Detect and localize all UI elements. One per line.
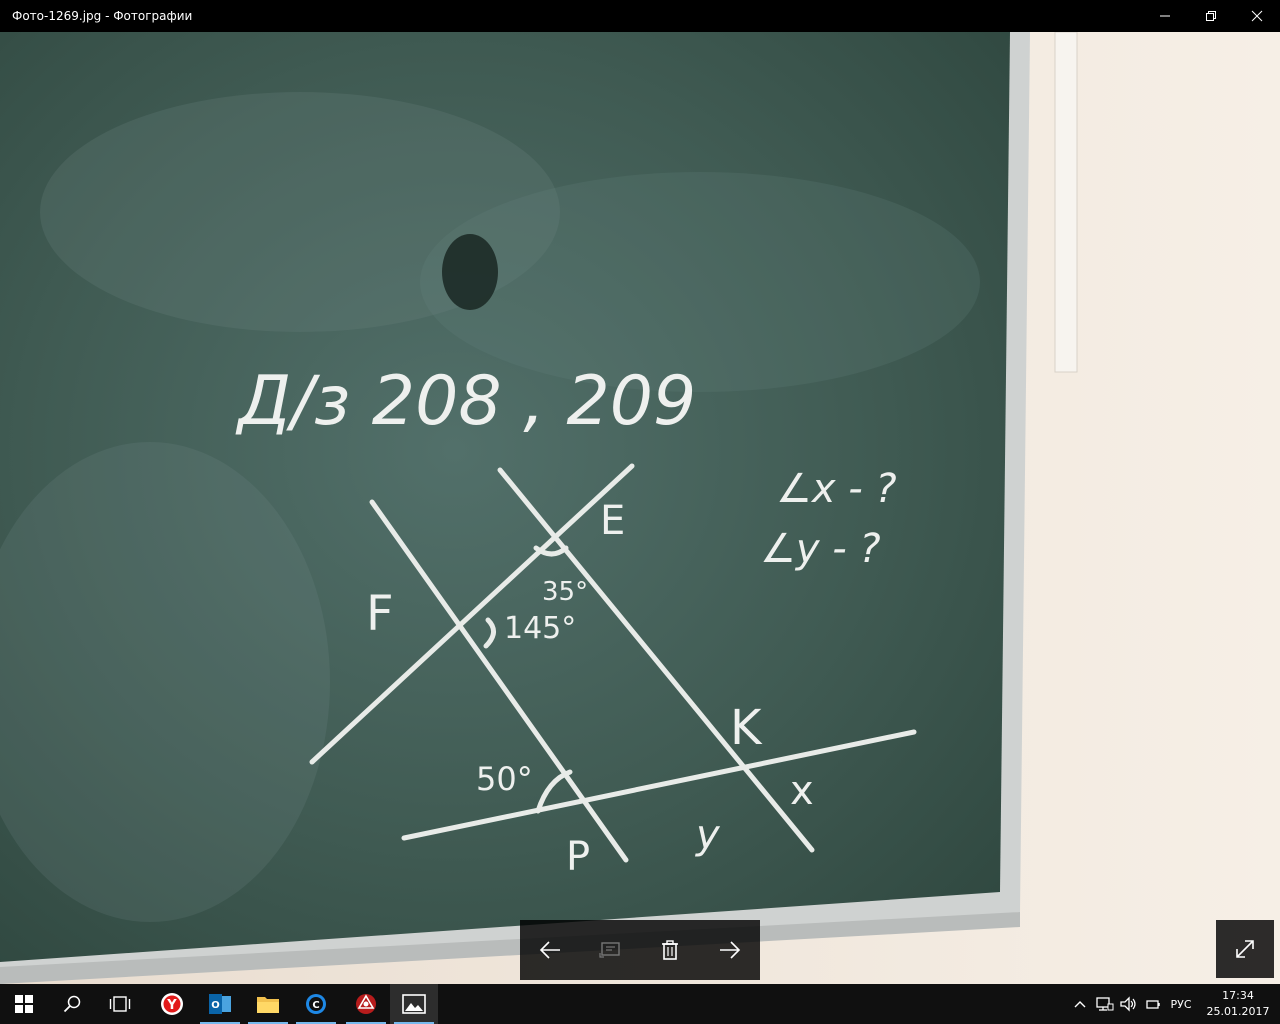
windows-logo-icon xyxy=(15,995,33,1013)
next-button[interactable] xyxy=(700,920,760,980)
taskbar-yandex-browser[interactable]: Y xyxy=(148,984,196,1024)
network-icon xyxy=(1096,997,1114,1011)
arrow-left-icon xyxy=(539,941,560,959)
power-tray-button[interactable] xyxy=(1142,984,1164,1024)
task-view-button[interactable] xyxy=(96,984,144,1024)
expand-icon xyxy=(1236,940,1254,958)
close-icon xyxy=(1251,10,1263,22)
taskbar-red-app[interactable] xyxy=(342,984,390,1024)
angle-x-label: x xyxy=(790,768,814,814)
red-app-icon xyxy=(356,994,376,1014)
question-y: ∠y - ? xyxy=(760,526,881,572)
taskbar-chrome-like[interactable]: C xyxy=(292,984,340,1024)
window-frame xyxy=(1054,32,1078,373)
angle-50-label: 50° xyxy=(476,760,533,798)
language-indicator: РУС xyxy=(1170,997,1192,1011)
search-button[interactable] xyxy=(48,984,96,1024)
point-p-label: P xyxy=(566,834,590,880)
previous-button[interactable] xyxy=(520,920,580,980)
angle-145-label: 145° xyxy=(504,611,576,646)
taskbar-file-explorer[interactable] xyxy=(244,984,292,1024)
clock-time: 17:34 xyxy=(1222,989,1254,1002)
search-icon xyxy=(63,995,81,1013)
taskbar-outlook[interactable]: O xyxy=(196,984,244,1024)
point-k-label: K xyxy=(730,700,763,756)
close-button[interactable] xyxy=(1234,0,1280,32)
slideshow-button[interactable] xyxy=(580,920,640,980)
folder-icon xyxy=(257,997,279,1013)
clock[interactable]: 17:34 25.01.2017 xyxy=(1198,988,1278,1020)
trash-icon xyxy=(662,940,678,960)
point-f-label: F xyxy=(366,586,394,642)
delete-button[interactable] xyxy=(640,920,700,980)
outlook-icon: O xyxy=(209,994,231,1014)
battery-plug-icon xyxy=(1146,1000,1160,1009)
arrow-right-icon xyxy=(720,941,741,959)
window-title: Фото-1269.jpg - Фотографии xyxy=(12,9,193,23)
network-tray-button[interactable] xyxy=(1094,984,1116,1024)
svg-text:C: C xyxy=(312,1000,319,1011)
angle-y-label: y xyxy=(695,812,721,858)
restore-icon xyxy=(1206,11,1216,21)
homework-text: Д/з 208 , 209 xyxy=(235,362,696,441)
chalkboard-photo: Д/з 208 , 209 ∠x - ? ∠y - ? E F K P x y … xyxy=(0,32,1280,984)
angle-35-label: 35° xyxy=(542,577,588,607)
taskbar-photos[interactable] xyxy=(390,984,438,1024)
speaker-icon xyxy=(1120,996,1136,1012)
browser-c-icon: C xyxy=(306,994,326,1014)
photos-icon xyxy=(402,994,426,1014)
photos-window: Фото-1269.jpg - Фотографии Д/з 208 , 209… xyxy=(0,0,1280,984)
input-language-button[interactable]: РУС xyxy=(1166,984,1196,1024)
slideshow-icon xyxy=(599,942,620,958)
start-button[interactable] xyxy=(0,984,48,1024)
task-view-icon xyxy=(109,996,131,1012)
question-x: ∠x - ? xyxy=(776,466,897,512)
taskbar: Y O C РУС 17:34 25.01.2017 xyxy=(0,984,1280,1024)
restore-button[interactable] xyxy=(1188,0,1234,32)
svg-text:O: O xyxy=(211,1000,220,1011)
photo-toolbar xyxy=(520,920,760,980)
volume-tray-button[interactable] xyxy=(1118,984,1140,1024)
minimize-icon xyxy=(1160,15,1170,17)
point-e-label: E xyxy=(600,498,625,544)
svg-text:Y: Y xyxy=(166,998,177,1013)
minimize-button[interactable] xyxy=(1142,0,1188,32)
yandex-browser-icon: Y xyxy=(161,993,183,1015)
clock-date: 25.01.2017 xyxy=(1206,1005,1270,1018)
dark-spot xyxy=(442,234,498,310)
photo-viewer[interactable]: Д/з 208 , 209 ∠x - ? ∠y - ? E F K P x y … xyxy=(0,32,1280,984)
title-bar[interactable]: Фото-1269.jpg - Фотографии xyxy=(0,0,1280,32)
show-hidden-icons-button[interactable] xyxy=(1070,984,1090,1024)
chevron-up-icon xyxy=(1074,1001,1086,1008)
fullscreen-button[interactable] xyxy=(1216,920,1274,978)
